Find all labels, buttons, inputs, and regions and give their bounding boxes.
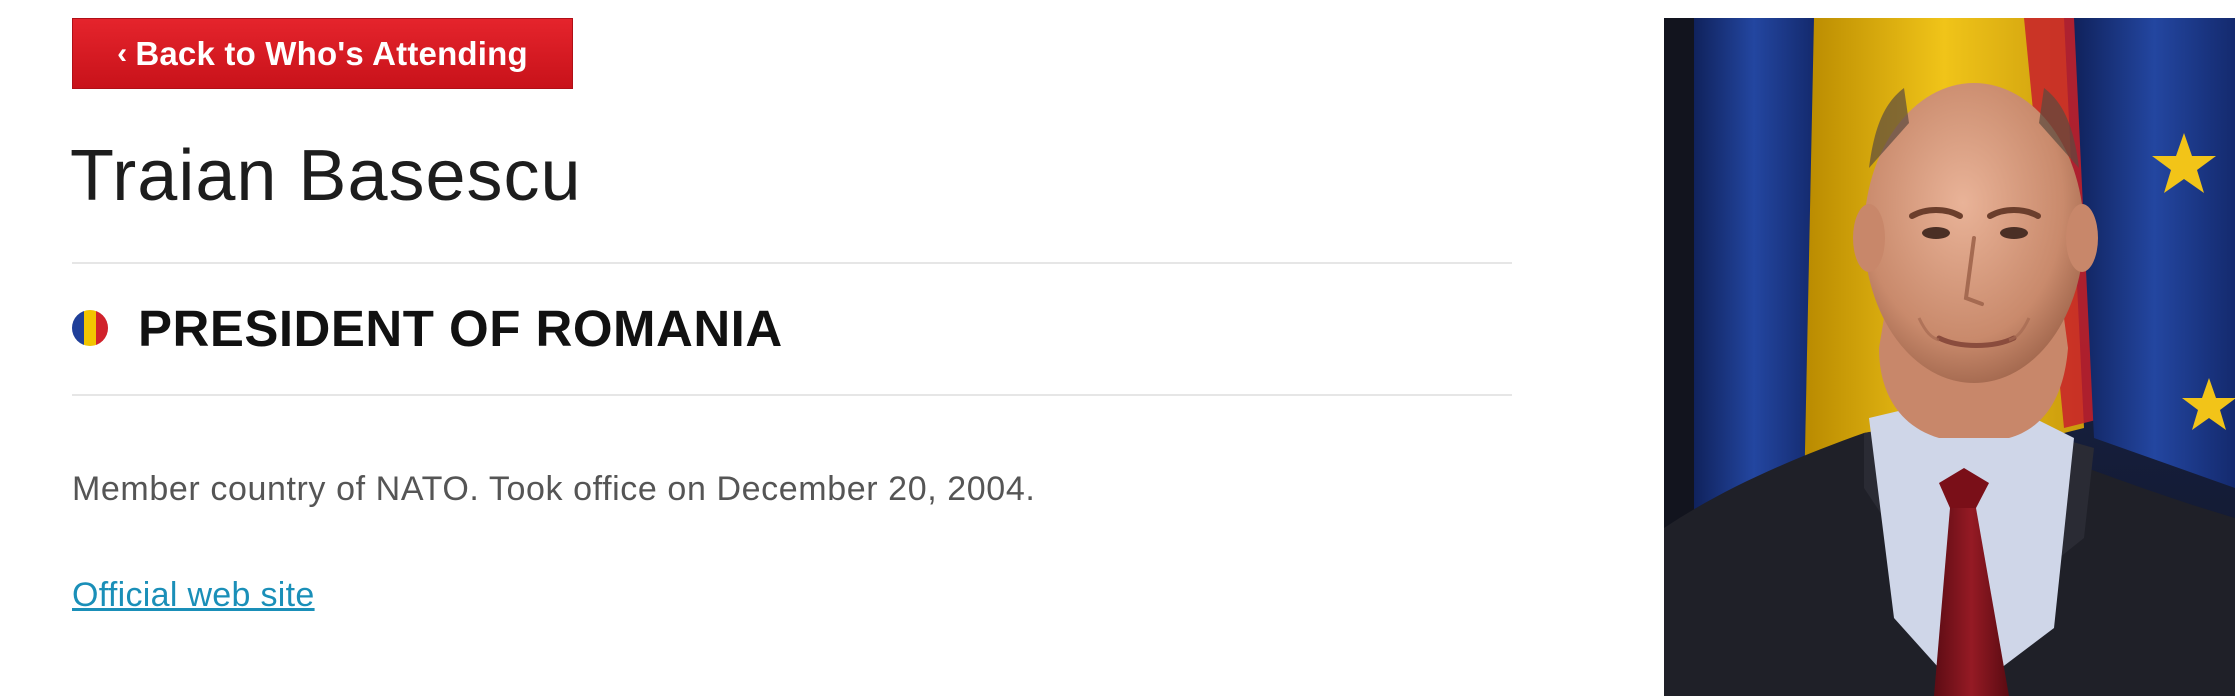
official-website-link[interactable]: Official web site	[72, 576, 315, 615]
person-title: PRESIDENT OF ROMANIA	[138, 299, 783, 357]
person-name: Traian Basescu	[70, 136, 582, 216]
back-button-label: Back to Who's Attending	[135, 34, 528, 72]
back-to-whos-attending-button[interactable]: ‹ Back to Who's Attending	[72, 18, 573, 89]
person-description: Member country of NATO. Took office on D…	[72, 470, 1036, 508]
divider	[72, 262, 1512, 264]
portrait-photo	[1664, 18, 2235, 696]
divider	[72, 394, 1512, 396]
romania-flag-icon	[72, 310, 108, 346]
role-row: PRESIDENT OF ROMANIA	[72, 296, 783, 360]
chevron-left-icon: ‹	[117, 36, 128, 70]
